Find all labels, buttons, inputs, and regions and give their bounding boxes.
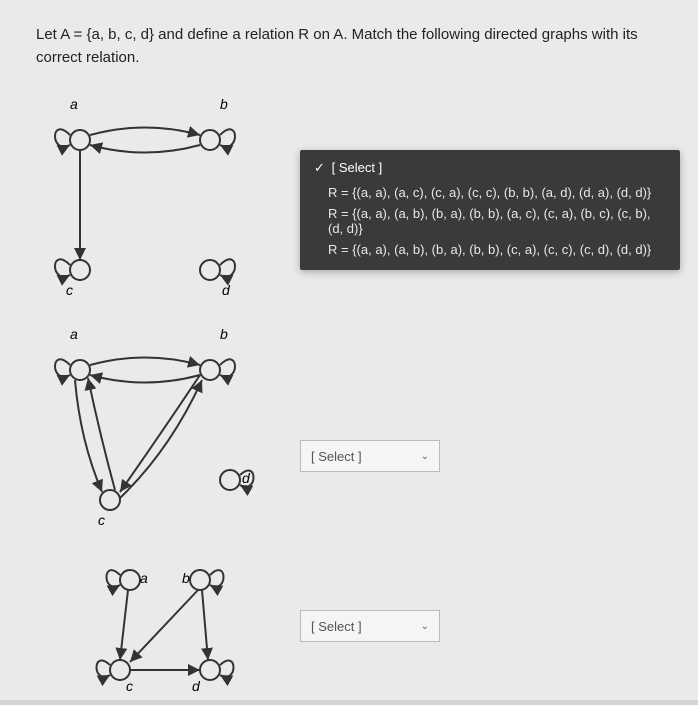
directed-graph-2: a b c d <box>40 340 260 545</box>
relation-dropdown-1-open[interactable]: ✓ [ Select ] R = {(a, a), (a, c), (c, a)… <box>300 150 680 270</box>
graph1-label-a: a <box>70 96 78 112</box>
relation-dropdown-2[interactable]: [ Select ] ⌄ <box>300 440 440 472</box>
graph3-label-b: b <box>182 570 190 586</box>
directed-graph-3: a b c d <box>40 560 260 705</box>
graph3-label-d: d <box>192 678 200 694</box>
graph2-label-c: c <box>98 512 105 528</box>
directed-graph-1: a b c d <box>40 110 260 315</box>
graph-3-svg <box>40 560 260 700</box>
question-prompt: Let A = {a, b, c, d} and define a relati… <box>36 24 662 69</box>
relation-dropdown-3[interactable]: [ Select ] ⌄ <box>300 610 440 642</box>
graph1-label-d: d <box>222 282 230 298</box>
graph3-label-c: c <box>126 678 133 694</box>
graph-2-svg <box>40 340 260 540</box>
graph1-label-b: b <box>220 96 228 112</box>
graph1-label-c: c <box>66 282 73 298</box>
dropdown-1-option-1[interactable]: R = {(a, a), (a, c), (c, a), (c, c), (b,… <box>314 182 666 203</box>
dropdown-1-option-3[interactable]: R = {(a, a), (a, b), (b, a), (b, b), (c,… <box>314 239 666 260</box>
dropdown-1-placeholder-row[interactable]: ✓ [ Select ] <box>314 160 666 176</box>
question-line-1: Let A = {a, b, c, d} and define a relati… <box>36 26 638 43</box>
graph2-label-b: b <box>220 326 228 342</box>
checkmark-icon: ✓ <box>314 160 328 176</box>
dropdown-3-placeholder: [ Select ] <box>311 619 362 634</box>
graph2-label-d: d <box>242 470 250 486</box>
graph-1-svg <box>40 110 260 310</box>
graph2-label-a: a <box>70 326 78 342</box>
question-line-2: correct relation. <box>36 49 139 66</box>
dropdown-2-placeholder: [ Select ] <box>311 449 362 464</box>
dropdown-1-placeholder: [ Select ] <box>332 160 383 175</box>
chevron-down-icon: ⌄ <box>421 621 429 632</box>
chevron-down-icon: ⌄ <box>421 451 429 462</box>
dropdown-1-option-2[interactable]: R = {(a, a), (a, b), (b, a), (b, b), (a,… <box>314 203 666 239</box>
graph3-label-a: a <box>140 570 148 586</box>
